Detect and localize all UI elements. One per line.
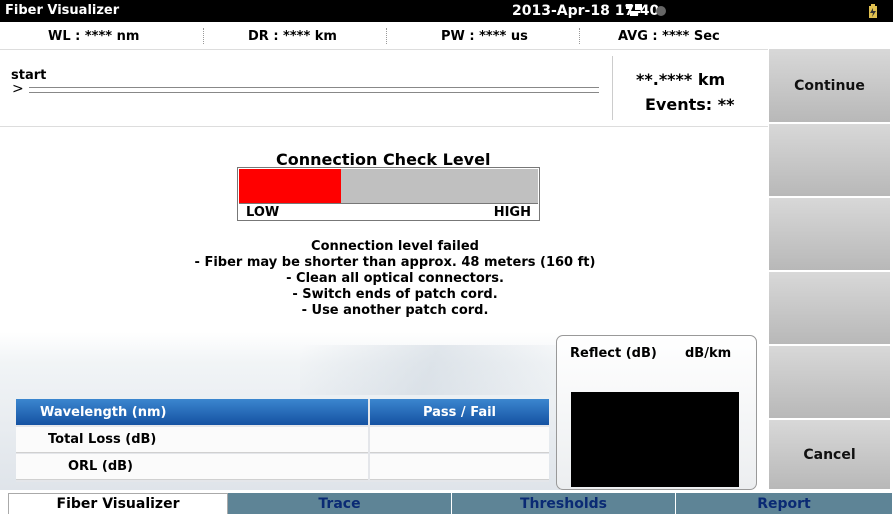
message-line: Connection level failed [311,239,479,254]
title-bar: Fiber Visualizer 2013-Apr-18 17:40 [0,0,893,22]
orl-value [370,454,549,480]
distance-range-param: DR : **** km [248,29,337,44]
continue-button[interactable]: Continue [768,48,891,123]
reflectance-panel: Reflect (dB) dB/km [556,335,757,490]
level-bar-fill [239,169,341,203]
tab-thresholds[interactable]: Thresholds [452,493,676,514]
message-line: - Use another patch cord. [301,303,489,318]
network-icon [626,4,642,16]
message-line: - Clean all optical connectors. [286,271,504,286]
fiber-link-view: start > **.**** km Events: ** [0,49,768,127]
parameter-row: WL : **** nm DR : **** km PW : **** us A… [0,23,768,48]
low-label: LOW [246,205,280,220]
tab-fiber-visualizer[interactable]: Fiber Visualizer [8,493,228,514]
average-param: AVG : **** Sec [618,29,720,44]
total-loss-value [370,427,549,453]
divider [612,56,613,120]
event-count: Events: ** [645,95,735,114]
tab-bar: Fiber Visualizer Trace Thresholds Report [0,493,893,514]
fiber-line [29,87,599,93]
failure-message: Connection level failed - Fiber may be s… [130,239,660,319]
decorative-streak [300,345,560,395]
start-arrow-icon: > [12,81,24,97]
tab-trace[interactable]: Trace [228,493,452,514]
softkey-4[interactable] [768,271,891,345]
orl-label: ORL (dB) [16,454,368,480]
reflect-label: Reflect (dB) [570,346,657,361]
app-title: Fiber Visualizer [5,3,120,18]
cancel-button[interactable]: Cancel [768,419,891,490]
wavelength-header[interactable]: Wavelength (nm) [16,399,368,425]
results-table: Wavelength (nm) Pass / Fail Total Loss (… [16,399,549,482]
message-line: - Switch ends of patch cord. [292,287,498,302]
message-line: - Fiber may be shorter than approx. 48 m… [194,255,596,270]
wavelength-param: WL : **** nm [48,29,140,44]
connection-level-meter: LOW HIGH [237,167,540,221]
divider [579,28,580,44]
pulse-width-param: PW : **** us [441,29,528,44]
divider [203,28,204,44]
status-indicator-icon [656,6,666,16]
fiber-distance: **.**** km [636,70,726,89]
total-loss-label: Total Loss (dB) [16,427,368,453]
softkey-3[interactable] [768,197,891,271]
tab-report[interactable]: Report [676,493,893,514]
softkey-panel: Continue Cancel [768,48,893,490]
battery-icon [869,4,877,18]
high-label: HIGH [493,205,531,220]
reflectance-display [571,392,739,487]
softkey-2[interactable] [768,123,891,197]
divider [386,28,387,44]
pass-fail-header[interactable]: Pass / Fail [370,399,549,425]
db-per-km-label: dB/km [685,346,732,361]
softkey-5[interactable] [768,345,891,419]
